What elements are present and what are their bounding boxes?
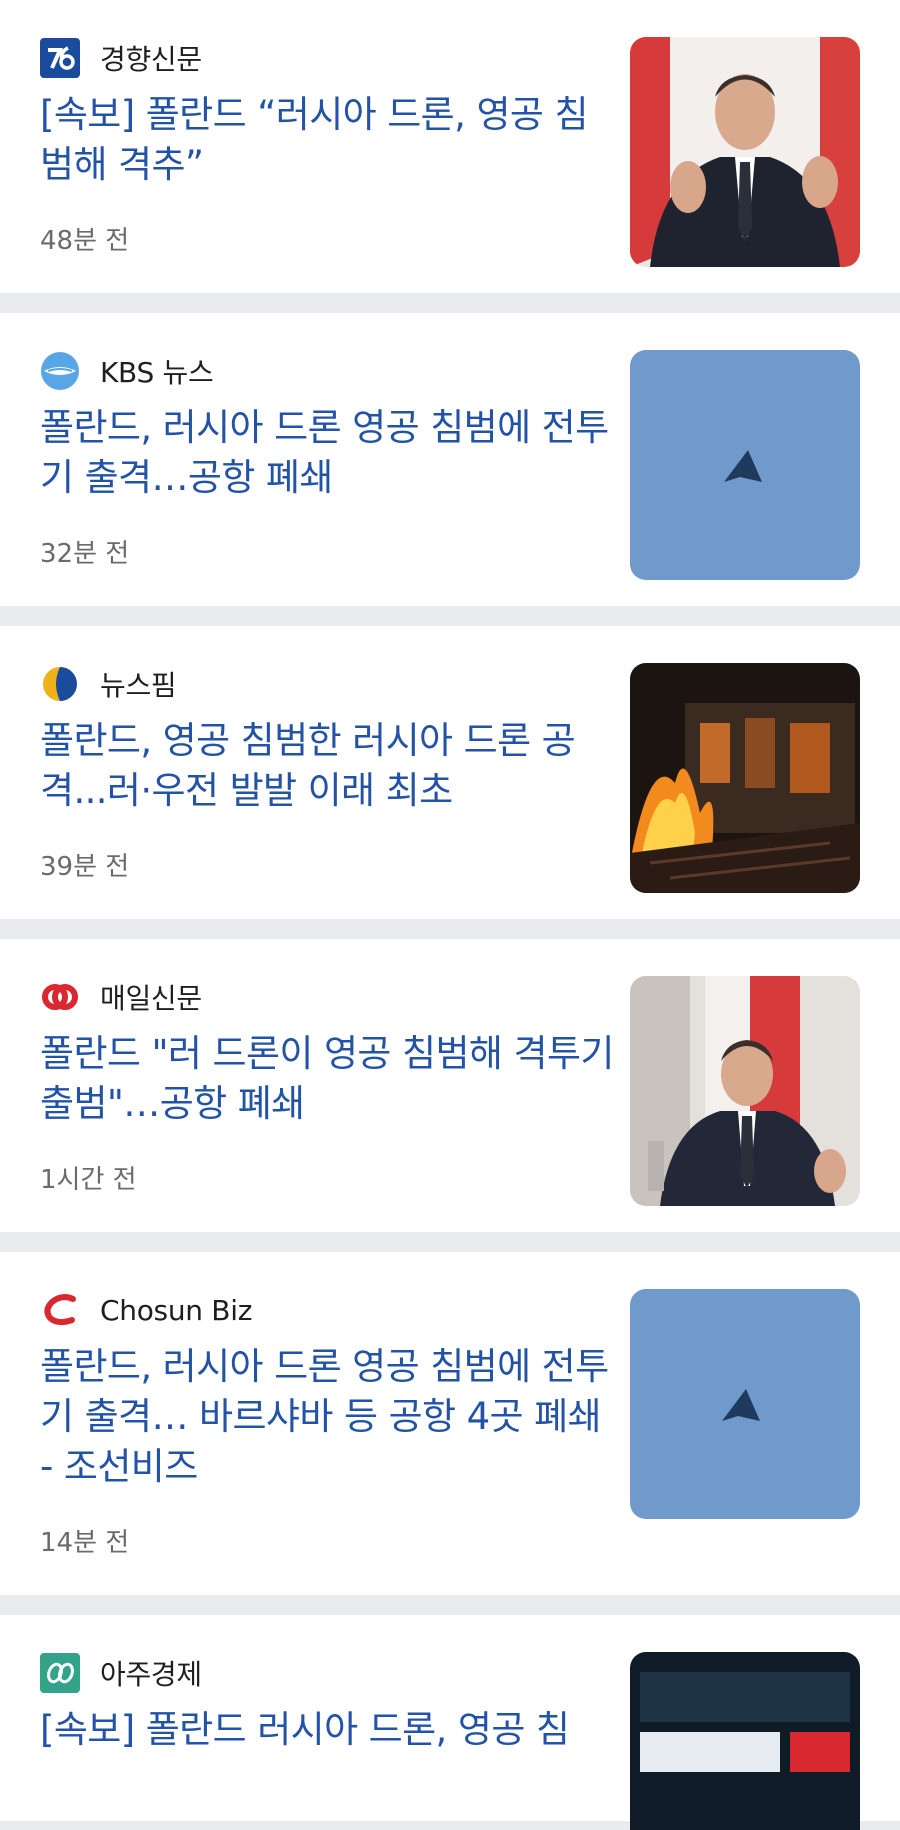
headline-link[interactable]: 폴란드 "러 드론이 영공 침범해 격투기 출범"…공항 폐쇄 bbox=[40, 1029, 620, 1129]
headline-link[interactable]: [속보] 폴란드 “러시아 드론, 영공 침범해 격추” bbox=[40, 90, 620, 190]
maeil-logo-icon bbox=[40, 977, 80, 1017]
source-row: 매일신문 bbox=[40, 977, 620, 1017]
source-name: 아주경제 bbox=[100, 1658, 202, 1691]
news-card[interactable]: KBS 뉴스 폴란드, 러시아 드론 영공 침범에 전투기 출격…공항 폐쇄 3… bbox=[0, 313, 900, 606]
timestamp: 1시간 전 bbox=[40, 1165, 137, 1195]
article-thumbnail[interactable] bbox=[630, 37, 860, 267]
source-name: KBS 뉴스 bbox=[100, 356, 214, 389]
timestamp: 39분 전 bbox=[40, 852, 130, 882]
newspim-logo-icon bbox=[40, 664, 80, 704]
news-card[interactable]: Chosun Biz 폴란드, 러시아 드론 영공 침범에 전투기 출격… 바르… bbox=[0, 1252, 900, 1595]
headline-link[interactable]: [속보] 폴란드 러시아 드론, 영공 침 bbox=[40, 1705, 620, 1755]
source-row: 경향신문 bbox=[40, 38, 620, 78]
news-feed: 경향신문 [속보] 폴란드 “러시아 드론, 영공 침범해 격추” 48분 전 bbox=[0, 0, 900, 1830]
source-name: 경향신문 bbox=[100, 43, 202, 76]
news-card[interactable]: 경향신문 [속보] 폴란드 “러시아 드론, 영공 침범해 격추” 48분 전 bbox=[0, 0, 900, 293]
source-row: KBS 뉴스 bbox=[40, 351, 620, 391]
article-thumbnail[interactable] bbox=[630, 350, 860, 580]
article-thumbnail[interactable] bbox=[630, 976, 860, 1206]
timestamp: 32분 전 bbox=[40, 539, 130, 569]
kyunghyang-logo-icon bbox=[40, 38, 80, 78]
headline-link[interactable]: 폴란드, 러시아 드론 영공 침범에 전투기 출격…공항 폐쇄 bbox=[40, 403, 620, 503]
timestamp: 48분 전 bbox=[40, 226, 130, 256]
timestamp: 14분 전 bbox=[40, 1528, 130, 1558]
news-card[interactable]: 아주경제 [속보] 폴란드 러시아 드론, 영공 침 bbox=[0, 1615, 900, 1830]
source-row: 아주경제 bbox=[40, 1653, 620, 1693]
news-card[interactable]: 뉴스핌 폴란드, 영공 침범한 러시아 드론 공격...러·우전 발발 이래 최… bbox=[0, 626, 900, 919]
article-thumbnail[interactable] bbox=[630, 1289, 860, 1519]
news-card[interactable]: 매일신문 폴란드 "러 드론이 영공 침범해 격투기 출범"…공항 폐쇄 1시간… bbox=[0, 939, 900, 1232]
source-row: Chosun Biz bbox=[40, 1290, 620, 1330]
kbs-logo-icon bbox=[40, 351, 80, 391]
article-thumbnail[interactable] bbox=[630, 1652, 860, 1830]
aju-logo-icon bbox=[40, 1653, 80, 1693]
headline-link[interactable]: 폴란드, 영공 침범한 러시아 드론 공격...러·우전 발발 이래 최초 bbox=[40, 716, 620, 816]
source-name: Chosun Biz bbox=[100, 1293, 253, 1327]
article-thumbnail[interactable] bbox=[630, 663, 860, 893]
source-row: 뉴스핌 bbox=[40, 664, 620, 704]
source-name: 뉴스핌 bbox=[100, 669, 177, 702]
source-name: 매일신문 bbox=[100, 982, 202, 1015]
timestamp bbox=[40, 1785, 620, 1821]
headline-link[interactable]: 폴란드, 러시아 드론 영공 침범에 전투기 출격… 바르샤바 등 공항 4곳 … bbox=[40, 1342, 620, 1492]
chosunbiz-logo-icon bbox=[40, 1290, 80, 1330]
